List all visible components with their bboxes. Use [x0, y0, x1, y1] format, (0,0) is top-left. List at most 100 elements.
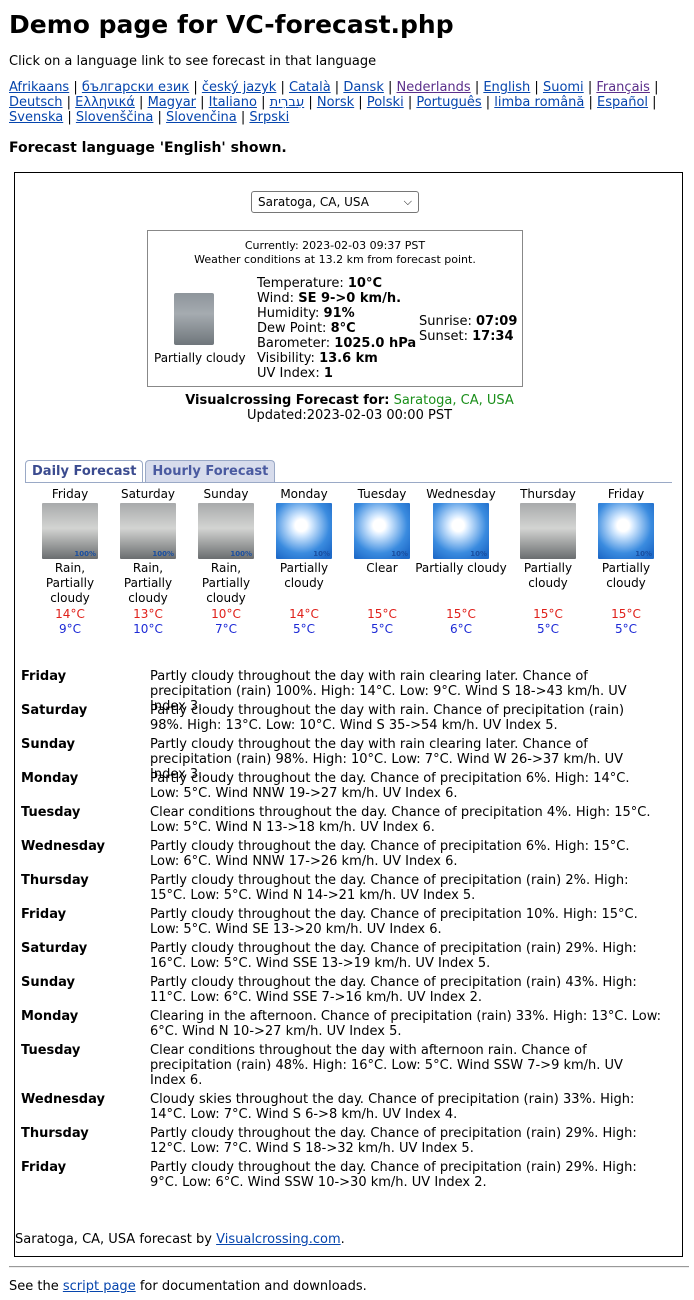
language-link[interactable]: limba română: [494, 95, 584, 110]
language-link[interactable]: Slovenščina: [76, 110, 154, 125]
table-row: Saturday Partly cloudy throughout the day…: [21, 941, 661, 971]
language-link[interactable]: Nederlands: [397, 80, 471, 95]
sun-times: Sunrise: 07:09 Sunset: 17:34: [419, 314, 517, 344]
page-title: Demo page for VC-forecast.php: [9, 10, 454, 39]
current-distance: Weather conditions at 13.2 km from forec…: [194, 253, 476, 266]
day-column: Monday 10% Partially cloudy 14°C 5°C: [265, 487, 343, 637]
language-link[interactable]: Svenska: [9, 110, 63, 125]
row-text: Partly cloudy throughout the day. Chance…: [150, 771, 630, 801]
precip-percent: 10%: [635, 550, 652, 558]
language-link[interactable]: Polski: [367, 95, 404, 110]
rain-icon: [520, 503, 576, 559]
forecast-for: Visualcrossing Forecast for: Saratoga, C…: [15, 393, 684, 423]
language-link[interactable]: Français: [596, 80, 650, 95]
language-link[interactable]: English: [483, 80, 530, 95]
separator: |: [470, 80, 484, 95]
precip-percent: 10%: [313, 550, 330, 558]
language-link[interactable]: Italiano: [209, 95, 257, 110]
precip-percent: 100%: [74, 550, 96, 558]
day-low: 7°C: [214, 622, 237, 636]
language-link[interactable]: Afrikaans: [9, 80, 69, 95]
day-condition: Rain, Partially cloudy: [201, 561, 251, 605]
day-name: Sunday: [203, 487, 249, 501]
language-link[interactable]: Català: [289, 80, 331, 95]
sunset-label: Sunset:: [419, 329, 468, 344]
table-row: Monday Partly cloudy throughout the day. …: [21, 771, 661, 801]
language-link[interactable]: Srpski: [249, 110, 289, 125]
separator: |: [236, 110, 250, 125]
row-text: Partly cloudy throughout the day. Chance…: [150, 941, 637, 971]
language-link[interactable]: български език: [82, 80, 189, 95]
language-link[interactable]: Magyar: [148, 95, 196, 110]
table-row: Monday Clearing in the afternoon. Chance …: [21, 1009, 661, 1039]
intro-text: Click on a language link to see forecast…: [9, 54, 377, 69]
day-high: 15°C: [533, 607, 563, 621]
row-day: Sunday: [21, 975, 76, 990]
rain-icon: 100%: [198, 503, 254, 559]
day-low: 5°C: [536, 622, 559, 636]
day-condition: Rain, Partially cloudy: [45, 561, 95, 605]
sun-icon: 10%: [598, 503, 654, 559]
language-link[interactable]: Dansk: [343, 80, 384, 95]
language-link[interactable]: Slovenčina: [166, 110, 237, 125]
day-high: 15°C: [611, 607, 641, 621]
sunrise-label: Sunrise:: [419, 314, 472, 329]
visualcrossing-link[interactable]: Visualcrossing.com: [216, 1232, 341, 1247]
separator: |: [69, 80, 82, 95]
day-low: 5°C: [370, 622, 393, 636]
precip-percent: 100%: [152, 550, 174, 558]
day-high: 10°C: [211, 607, 241, 621]
tab-hourly-forecast[interactable]: Hourly Forecast: [145, 460, 276, 482]
language-link[interactable]: Español: [597, 95, 648, 110]
day-column: Wednesday 10% Partially cloudy 15°C 6°C: [411, 487, 511, 637]
separator: |: [256, 95, 270, 110]
location-select[interactable]: Saratoga, CA, USA ⌵: [251, 191, 419, 213]
sunrise-value: 07:09: [475, 314, 518, 329]
language-link[interactable]: český jazyk: [202, 80, 276, 95]
table-row: Thursday Partly cloudy throughout the day…: [21, 873, 661, 903]
day-low: 10°C: [133, 622, 163, 636]
day-high: 15°C: [367, 607, 397, 621]
separator: |: [583, 80, 597, 95]
day-condition: Partially cloudy: [415, 561, 507, 575]
row-day: Monday: [21, 771, 79, 786]
language-link[interactable]: Norsk: [317, 95, 354, 110]
language-link[interactable]: Português: [416, 95, 481, 110]
day-column: Friday 10% Partially cloudy 15°C 5°C: [587, 487, 665, 637]
language-link[interactable]: Ελληνικά: [75, 95, 135, 110]
row-day: Tuesday: [21, 1043, 81, 1058]
separator: |: [403, 95, 417, 110]
row-text: Partly cloudy throughout the day. Chance…: [150, 1126, 637, 1156]
daily-strip: Friday 100% Rain, Partially cloudy 14°C 9°C S…: [25, 482, 672, 636]
row-day: Wednesday: [21, 839, 105, 854]
separator: |: [354, 95, 367, 110]
rain-icon: 100%: [42, 503, 98, 559]
script-page-link[interactable]: script page: [63, 1279, 136, 1294]
current-stats: Temperature: 10°C Wind: SE 9->0 km/h. Hu…: [257, 276, 416, 381]
row-day: Friday: [21, 907, 67, 922]
sun-icon: 10%: [433, 503, 489, 559]
sun-icon: 10%: [354, 503, 410, 559]
row-text: Partly cloudy throughout the day. Chance…: [150, 839, 630, 869]
day-low: 6°C: [449, 622, 472, 636]
separator: |: [276, 80, 289, 95]
tab-daily-forecast[interactable]: Daily Forecast: [25, 460, 144, 482]
wind-value: SE 9->0 km/h.: [298, 291, 402, 306]
row-day: Friday: [21, 1160, 67, 1175]
separator: |: [134, 95, 148, 110]
credit-prefix: Saratoga, CA, USA forecast by: [15, 1232, 217, 1247]
dewpoint-value: 8°C: [330, 321, 356, 336]
language-link[interactable]: Deutsch: [9, 95, 63, 110]
cloudy-icon: [174, 293, 214, 345]
table-row: Friday Partly cloudy throughout the day. …: [21, 907, 661, 937]
row-text: Partly cloudy throughout the day. Chance…: [150, 1160, 637, 1190]
location-select-value: Saratoga, CA, USA: [258, 195, 369, 209]
day-condition: Partially cloudy: [279, 561, 329, 590]
day-name: Tuesday: [357, 487, 407, 501]
day-column: Friday 100% Rain, Partially cloudy 14°C 9°C: [31, 487, 109, 637]
barometer-label: Barometer:: [257, 336, 331, 351]
credit-line: Saratoga, CA, USA forecast by Visualcros…: [15, 1232, 345, 1247]
language-link[interactable]: Suomi: [543, 80, 584, 95]
forecast-for-label: Visualcrossing Forecast for:: [185, 393, 390, 408]
language-link[interactable]: עִברִית: [270, 95, 305, 110]
